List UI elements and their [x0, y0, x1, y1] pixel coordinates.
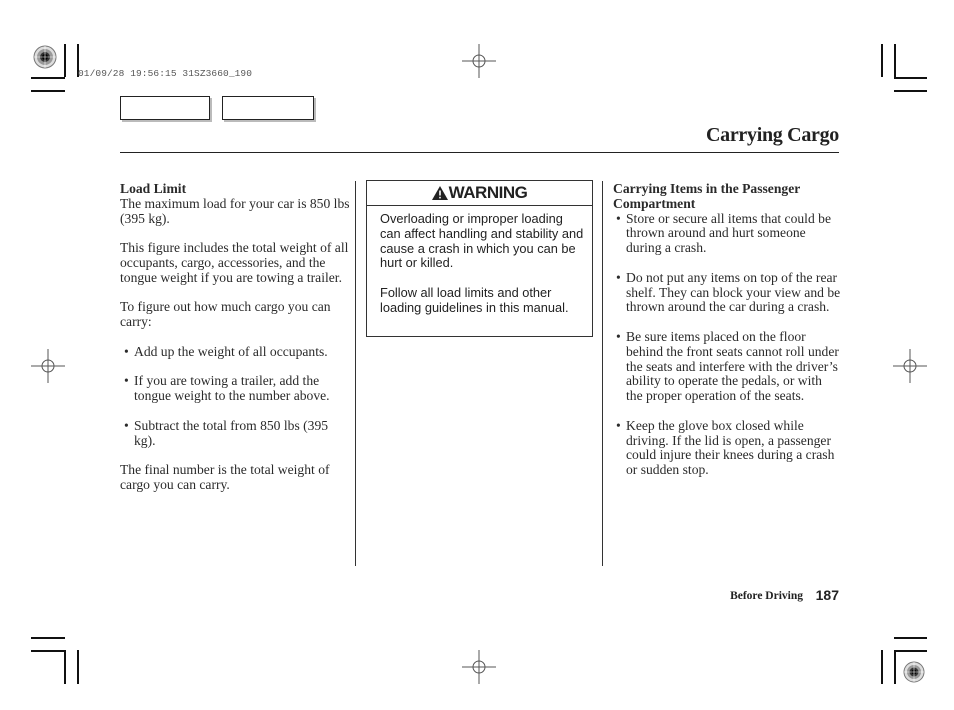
paragraph: To figure out how much cargo you can car…	[120, 299, 331, 330]
page-title: Carrying Cargo	[706, 124, 839, 146]
warning-paragraph: Follow all load limits and other loading…	[380, 284, 569, 315]
nav-button-contents[interactable]	[120, 96, 210, 120]
list-item: • If you are towing a trailer, add the t…	[120, 374, 352, 404]
registration-target-icon	[903, 661, 925, 683]
section-heading-load-limit: Load Limit	[120, 181, 187, 196]
right-column: Carrying Items in the Passenger Compartm…	[613, 181, 841, 493]
list-item: • Do not put any items on top of the rea…	[613, 269, 841, 315]
list-item-text: Do not put any items on top of the rear …	[626, 269, 841, 315]
warning-header: WARNING	[367, 181, 592, 206]
crosshair-mark-icon	[462, 44, 496, 78]
list-item-text: Subtract the total from 850 lbs (395 kg)…	[134, 417, 329, 448]
nav-button-index[interactable]	[222, 96, 314, 120]
list-item: • Add up the weight of all occupants.	[120, 343, 352, 360]
list-item: • Be sure items placed on the floor behi…	[613, 328, 841, 404]
bullet-icon: •	[124, 343, 129, 359]
list-item-text: Keep the glove box closed while driving.…	[626, 417, 835, 478]
column-divider	[602, 181, 603, 566]
title-rule	[120, 152, 839, 153]
list-item-text: Store or secure all items that could be …	[626, 210, 831, 256]
warning-body: Overloading or improper loading can affe…	[367, 206, 592, 316]
page-number: 187	[815, 587, 839, 603]
warning-box: WARNING Overloading or improper loading …	[366, 180, 593, 337]
left-column: Load Limit The maximum load for your car…	[120, 181, 352, 508]
paragraph: This figure includes the total weight of…	[120, 240, 349, 285]
crosshair-mark-icon	[893, 349, 927, 383]
warning-paragraph: Overloading or improper loading can affe…	[380, 211, 584, 271]
warning-triangle-icon	[431, 186, 448, 200]
bullet-icon: •	[616, 269, 621, 285]
list-item-text: Be sure items placed on the floor behind…	[626, 328, 839, 404]
registration-target-icon	[33, 45, 57, 69]
list-item: • Keep the glove box closed while drivin…	[613, 417, 841, 478]
paragraph: The final number is the total weight of …	[120, 462, 330, 492]
bullet-icon: •	[124, 417, 129, 433]
section-heading-passenger-compartment: Carrying Items in the Passenger Compartm…	[613, 181, 801, 211]
bullet-icon: •	[124, 373, 129, 389]
column-divider	[355, 181, 356, 566]
warning-title: WARNING	[448, 183, 528, 202]
bullet-icon: •	[616, 328, 621, 344]
list-item-text: Add up the weight of all occupants.	[134, 343, 328, 359]
print-stamp: 01/09/28 19:56:15 31SZ3660_190	[78, 68, 253, 79]
paragraph: The maximum load for your car is 850 lbs…	[120, 195, 350, 226]
footer-section-name: Before Driving	[730, 590, 803, 602]
crosshair-mark-icon	[31, 349, 65, 383]
list-item: • Subtract the total from 850 lbs (395 k…	[120, 417, 352, 449]
list-item-text: If you are towing a trailer, add the ton…	[134, 373, 330, 404]
list-item: • Store or secure all items that could b…	[613, 210, 841, 256]
bullet-icon: •	[616, 210, 621, 226]
crosshair-mark-icon	[462, 650, 496, 684]
bullet-icon: •	[616, 417, 621, 433]
